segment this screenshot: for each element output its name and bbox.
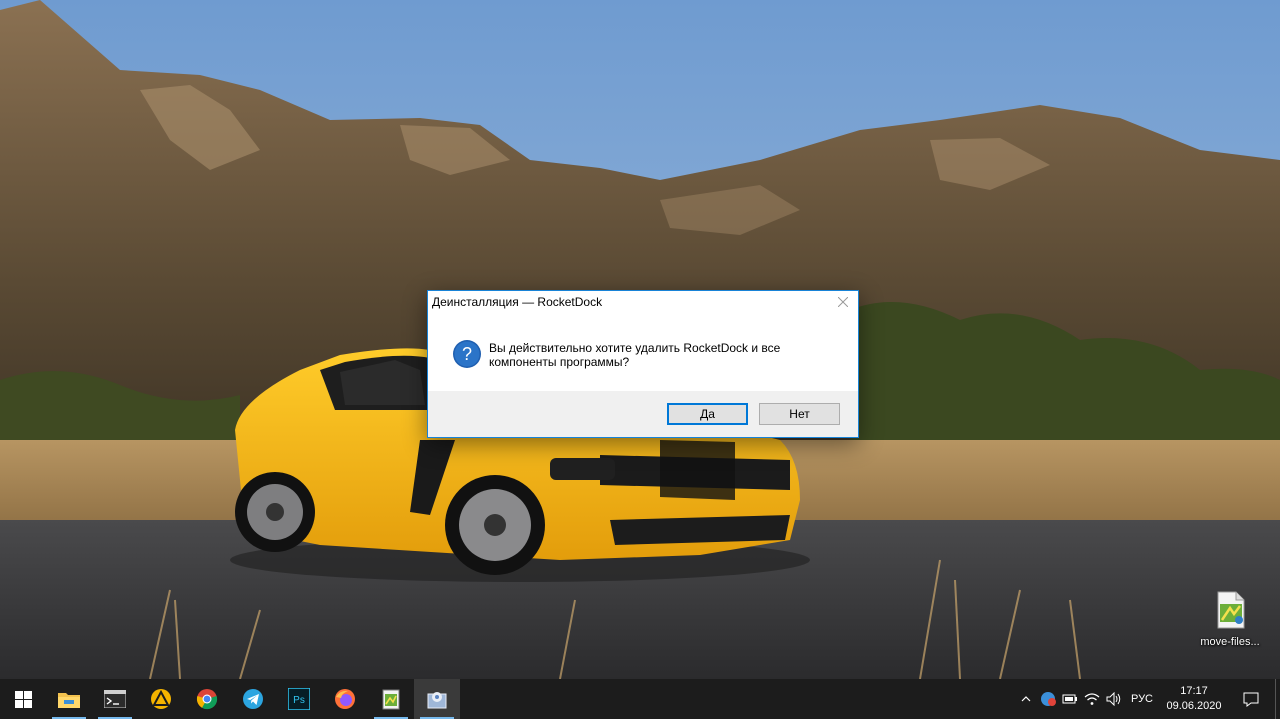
warning-app-icon bbox=[151, 689, 171, 709]
taskbar-notepad[interactable] bbox=[368, 679, 414, 719]
volume-icon bbox=[1106, 692, 1121, 706]
chrome-icon bbox=[196, 689, 218, 710]
dialog-titlebar[interactable]: Деинсталляция — RocketDock bbox=[428, 291, 858, 313]
system-tray: РУС 17:17 09.06.2020 bbox=[1015, 679, 1280, 719]
windows-logo-icon bbox=[14, 690, 32, 708]
clock-time: 17:17 bbox=[1180, 685, 1208, 697]
taskbar-chrome[interactable] bbox=[184, 679, 230, 719]
taskbar-installer[interactable] bbox=[414, 679, 460, 719]
action-center-button[interactable] bbox=[1227, 679, 1275, 719]
app-badge-icon bbox=[1040, 692, 1056, 706]
taskbar: Ps РУС 17:17 09.06.2020 bbox=[0, 679, 1280, 719]
installer-icon bbox=[427, 692, 447, 709]
dialog-message: Вы действительно хотите удалить RocketDo… bbox=[489, 341, 781, 369]
chevron-up-icon bbox=[1021, 696, 1031, 702]
script-file-icon bbox=[1217, 591, 1245, 629]
no-button[interactable]: Нет bbox=[759, 403, 840, 425]
photoshop-icon-label: Ps bbox=[293, 695, 305, 706]
taskbar-file-explorer[interactable] bbox=[46, 679, 92, 719]
show-desktop-button[interactable] bbox=[1275, 679, 1280, 719]
taskbar-photoshop[interactable]: Ps bbox=[276, 679, 322, 719]
yes-button[interactable]: Да bbox=[667, 403, 748, 425]
show-hidden-icons-button[interactable] bbox=[1015, 679, 1037, 719]
tray-app-badge[interactable] bbox=[1037, 679, 1059, 719]
dialog-body: ? Вы действительно хотите удалить Rocket… bbox=[428, 313, 858, 393]
clock-date: 09.06.2020 bbox=[1166, 700, 1222, 712]
taskbar-terminal[interactable] bbox=[92, 679, 138, 719]
taskbar-warning-app[interactable] bbox=[138, 679, 184, 719]
taskbar-telegram[interactable] bbox=[230, 679, 276, 719]
clock[interactable]: 17:17 09.06.2020 bbox=[1161, 684, 1227, 714]
close-button[interactable] bbox=[828, 291, 858, 313]
tray-battery[interactable] bbox=[1059, 679, 1081, 719]
question-icon: ? bbox=[453, 340, 481, 368]
uninstall-dialog: Деинсталляция — RocketDock ? Вы действит… bbox=[427, 290, 859, 438]
tray-volume[interactable] bbox=[1103, 679, 1125, 719]
start-button[interactable] bbox=[0, 679, 46, 719]
tray-network[interactable] bbox=[1081, 679, 1103, 719]
wifi-icon bbox=[1084, 693, 1100, 705]
photoshop-icon: Ps bbox=[288, 688, 310, 710]
close-icon bbox=[838, 297, 848, 307]
dialog-title: Деинсталляция — RocketDock bbox=[432, 295, 603, 309]
taskbar-firefox[interactable] bbox=[322, 679, 368, 719]
firefox-icon bbox=[335, 689, 355, 709]
terminal-icon bbox=[104, 690, 126, 708]
desktop-icon-move-files[interactable]: move-files... bbox=[1192, 590, 1268, 660]
svg-text:?: ? bbox=[462, 344, 472, 364]
notepad-icon bbox=[382, 689, 400, 710]
desktop-icon-label: move-files... bbox=[1200, 636, 1260, 648]
file-explorer-icon bbox=[58, 693, 80, 708]
dialog-footer: Да Нет bbox=[428, 391, 858, 437]
battery-icon bbox=[1062, 694, 1077, 704]
notification-icon bbox=[1243, 692, 1259, 707]
input-language[interactable]: РУС bbox=[1125, 693, 1161, 705]
telegram-icon bbox=[243, 689, 263, 709]
